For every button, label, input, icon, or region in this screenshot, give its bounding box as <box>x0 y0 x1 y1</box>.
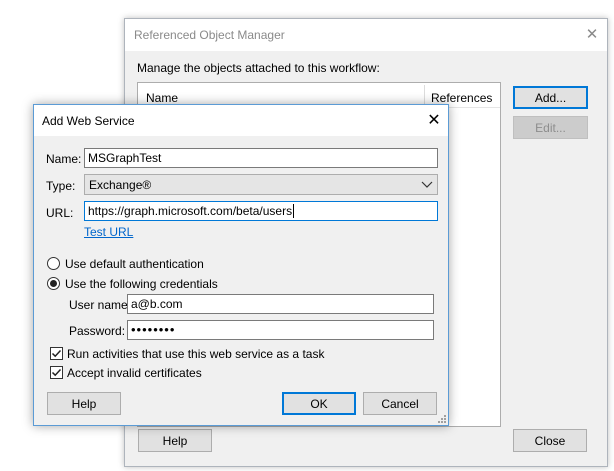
column-divider[interactable] <box>424 85 425 105</box>
url-field[interactable]: https://graph.microsoft.com/beta/users <box>84 201 438 221</box>
add-button[interactable]: Add... <box>513 86 588 109</box>
run-as-task-checkbox[interactable] <box>50 347 63 360</box>
accept-invalid-certificates-label[interactable]: Accept invalid certificates <box>67 366 202 380</box>
type-select[interactable]: Exchange® <box>84 174 438 195</box>
run-as-task-label[interactable]: Run activities that use this web service… <box>67 347 324 361</box>
column-header-name[interactable]: Name <box>146 91 178 105</box>
text-cursor <box>293 204 295 218</box>
credentials-auth-label[interactable]: Use the following credentials <box>65 277 218 291</box>
resize-grip-icon[interactable] <box>436 413 446 423</box>
test-url-link[interactable]: Test URL <box>84 225 133 239</box>
window-title: Referenced Object Manager <box>134 28 285 42</box>
name-field[interactable]: MSGraphTest <box>84 148 438 168</box>
url-label: URL: <box>46 206 74 220</box>
password-label: Password: <box>69 324 126 338</box>
help-button[interactable]: Help <box>138 429 212 452</box>
stop-sign-icon <box>272 0 298 6</box>
edit-button[interactable]: Edit... <box>513 116 588 139</box>
checkmark-icon <box>51 349 62 358</box>
type-select-value: Exchange® <box>89 178 152 192</box>
dialog-title: Add Web Service <box>42 114 135 128</box>
username-label: User name: <box>69 298 132 312</box>
cancel-button[interactable]: Cancel <box>363 392 437 415</box>
checkmark-icon <box>51 368 62 377</box>
type-label: Type: <box>46 179 76 193</box>
column-header-references[interactable]: References <box>431 91 492 105</box>
default-auth-label[interactable]: Use default authentication <box>65 257 204 271</box>
username-field[interactable]: a@b.com <box>127 294 434 314</box>
credentials-auth-radio[interactable] <box>47 277 60 290</box>
description-label: Manage the objects attached to this work… <box>137 61 380 75</box>
close-icon[interactable]: ✕ <box>420 107 448 135</box>
password-field[interactable]: •••••••• <box>127 320 434 340</box>
add-web-service-dialog: Add Web Service ✕ Name: MSGraphTest Type… <box>33 104 449 426</box>
close-icon[interactable]: ✕ <box>579 22 605 48</box>
chevron-down-icon <box>421 181 433 188</box>
default-auth-radio[interactable] <box>47 257 60 270</box>
help-button[interactable]: Help <box>47 392 121 415</box>
url-value: https://graph.microsoft.com/beta/users <box>88 204 293 218</box>
close-button[interactable]: Close <box>513 429 587 452</box>
name-label: Name: <box>46 152 82 166</box>
ok-button[interactable]: OK <box>282 392 356 415</box>
accept-invalid-certificates-checkbox[interactable] <box>50 366 63 379</box>
